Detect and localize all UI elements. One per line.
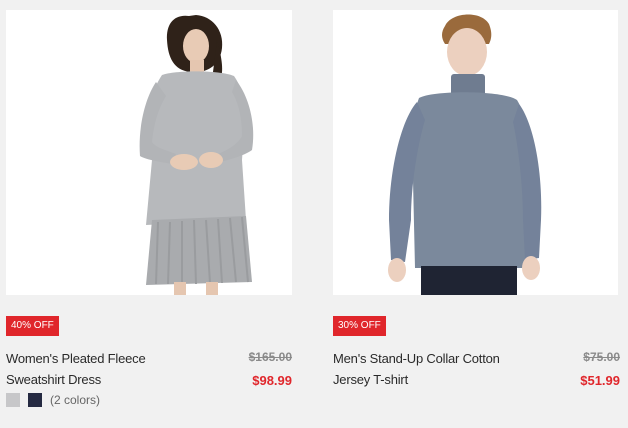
product-name[interactable]: Men's Stand-Up Collar Cotton Jersey T-sh… xyxy=(333,348,543,390)
product-name-line-1[interactable]: Men's Stand-Up Collar Cotton xyxy=(333,348,543,369)
woman-dress-photo xyxy=(6,10,292,295)
original-price: $165.00 xyxy=(248,350,292,364)
product-name-line-2[interactable]: Jersey T-shirt xyxy=(333,369,543,390)
product-name-line-1[interactable]: Women's Pleated Fleece xyxy=(6,348,216,369)
sale-price: $51.99 xyxy=(580,373,620,388)
discount-badge: 40% OFF xyxy=(6,316,59,336)
sale-price: $98.99 xyxy=(252,373,292,388)
product-image-shirt[interactable] xyxy=(333,10,618,295)
product-image-dress[interactable] xyxy=(6,10,292,295)
swatch-navy[interactable] xyxy=(28,393,42,407)
original-price: $75.00 xyxy=(583,350,620,364)
swatch-grey[interactable] xyxy=(6,393,20,407)
colors-count: (2 colors) xyxy=(50,393,101,407)
product-name[interactable]: Women's Pleated Fleece Sweatshirt Dress xyxy=(6,348,216,390)
discount-badge: 30% OFF xyxy=(333,316,386,336)
product-name-line-2[interactable]: Sweatshirt Dress xyxy=(6,369,216,390)
man-shirt-photo xyxy=(333,10,618,295)
color-swatches: (2 colors) xyxy=(6,393,100,407)
